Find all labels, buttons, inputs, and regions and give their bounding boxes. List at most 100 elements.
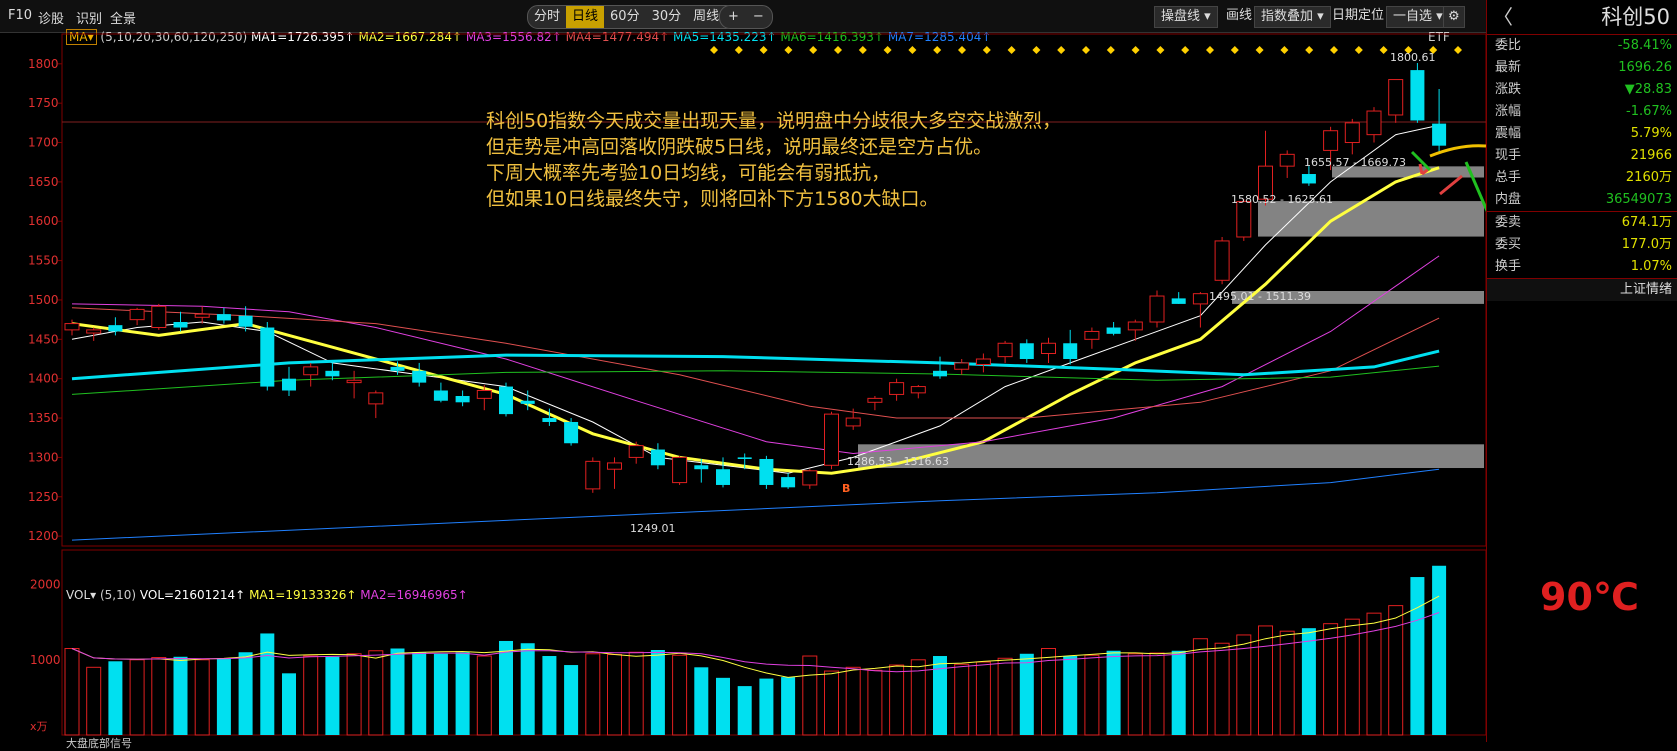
volume-bar-up: [997, 657, 1013, 736]
quote-label: 委卖: [1495, 215, 1522, 230]
candle-up: [824, 413, 839, 466]
tab-daily[interactable]: 日线: [566, 6, 605, 28]
volume-bar-down: [1106, 650, 1121, 735]
price-tick-label: 1300: [28, 450, 59, 464]
panorama-button[interactable]: 全景: [110, 8, 136, 27]
signal-diamond-icon: [1131, 46, 1140, 54]
settings-icon[interactable]: ⚙: [1443, 6, 1465, 28]
signal-diamond-icon: [958, 46, 966, 54]
candle-down: [716, 469, 730, 485]
volume-bar-down: [716, 677, 730, 735]
quote-value: 21966: [1630, 148, 1672, 163]
candle-down: [1063, 343, 1078, 360]
volume-bar-up: [845, 666, 861, 736]
volume-bar-down: [1063, 656, 1078, 735]
candle-down: [1171, 298, 1186, 304]
volume-bar-up: [476, 655, 492, 736]
volume-bar-up: [889, 664, 905, 736]
candle-down: [759, 458, 774, 485]
signal-diamond-icon: [1330, 46, 1338, 54]
candle-up: [1127, 321, 1143, 331]
gap-label-3: 1495.01 - 1511.39: [1209, 290, 1311, 303]
volume-bar-up: [1323, 623, 1339, 736]
market-sentiment-link[interactable]: 上证情绪: [1487, 278, 1677, 301]
quote-rows: 委比 -58.41% 最新 1696.26 涨跌 ▼28.83 涨幅 -1.67% 震幅 5.79…: [1487, 35, 1677, 278]
signal-diamond-icon: [1305, 46, 1314, 54]
quote-value: 36549073: [1605, 192, 1672, 207]
zoom-in-button[interactable]: +: [720, 6, 747, 28]
signal-diamond-icon: [809, 46, 818, 54]
tab-60min[interactable]: 60分: [604, 6, 646, 28]
candle-up: [1366, 110, 1382, 136]
volume-bar-up: [1149, 652, 1165, 736]
identify-button[interactable]: 识别: [76, 8, 102, 27]
volume-bar-down: [694, 667, 709, 735]
candle-up: [1344, 122, 1360, 144]
quote-value: 5.79%: [1630, 126, 1672, 141]
annotation-line: 但走势是冲高回落收阴跌破5日线，说明最终还是空方占优。: [486, 136, 993, 158]
signal-diamond-icon: [1230, 46, 1239, 54]
gap-label-1: 1655.57 - 1669.73: [1304, 156, 1406, 169]
watchlist-dropdown[interactable]: 一自选 ▾: [1386, 6, 1450, 28]
diagnose-button[interactable]: 诊股: [38, 8, 64, 27]
candle-down: [108, 325, 123, 332]
quote-label: 现手: [1495, 148, 1522, 163]
quote-value: -58.41%: [1617, 38, 1672, 53]
volume-bar-up: [129, 659, 145, 736]
tab-intraday[interactable]: 分时: [528, 6, 566, 28]
candle-up: [845, 417, 861, 427]
vol-toggle[interactable]: VOL▾: [66, 588, 96, 602]
volume-bar-up: [368, 650, 384, 736]
candle-up: [889, 382, 905, 395]
volume-bar-up: [1279, 630, 1295, 736]
candle-down: [390, 366, 405, 371]
volume-bar-up: [1344, 618, 1360, 736]
candle-up: [585, 460, 601, 490]
price-tick-label: 1500: [28, 293, 59, 307]
volume-bar-down: [173, 656, 188, 735]
quote-label: 涨幅: [1495, 104, 1522, 119]
signal-diamond-icon: [883, 46, 892, 54]
quote-panel: 〈 科创50 委比 -58.41% 最新 1696.26 涨跌 ▼28.83 涨幅 -1.67…: [1486, 0, 1677, 742]
tab-30min[interactable]: 30分: [646, 6, 688, 28]
candle-down: [238, 315, 253, 327]
candle-up: [194, 313, 210, 318]
volume-bar-up: [802, 655, 818, 736]
quote-row: 委卖 674.1万: [1487, 211, 1677, 234]
signal-diamond-icon: [1181, 46, 1190, 54]
quote-value: 674.1万: [1621, 215, 1672, 230]
bottom-signal-tab[interactable]: 大盘底部信号: [66, 735, 132, 751]
operation-line-dropdown[interactable]: 操盘线 ▾: [1154, 6, 1218, 28]
candle-up: [867, 397, 883, 403]
candle-up: [1084, 330, 1100, 340]
candle-up: [346, 379, 362, 384]
volume-bar-down: [1301, 628, 1316, 735]
volume-bar-up: [954, 663, 970, 736]
candle-down: [216, 314, 231, 321]
index-overlay-dropdown[interactable]: 指数叠加 ▾: [1254, 6, 1331, 28]
volume-bar-down: [1432, 565, 1447, 735]
back-icon[interactable]: 〈: [1493, 0, 1513, 34]
draw-line-button[interactable]: 画线: [1220, 6, 1258, 26]
volume-bar-down: [759, 678, 774, 735]
vol-params: (5,10): [99, 588, 137, 602]
f10-button[interactable]: F10: [8, 8, 32, 23]
date-locate-button[interactable]: 日期定位: [1326, 6, 1390, 26]
volume-bar-down: [499, 640, 513, 735]
volume-bar-up: [1258, 625, 1273, 736]
candle-down: [1432, 123, 1447, 146]
signal-diamond-icon: [1379, 46, 1388, 54]
zoom-out-button[interactable]: −: [747, 6, 770, 28]
quote-label: 总手: [1495, 170, 1522, 185]
quote-label: 委买: [1495, 237, 1522, 252]
price-tick-label: 1600: [28, 214, 59, 228]
quote-value: 177.0万: [1621, 237, 1672, 252]
quote-row: 现手 21966: [1487, 145, 1677, 167]
annotation-line: 下周大概率先考验10日均线，可能会有弱抵抗，: [486, 162, 891, 184]
volume-bar-up: [672, 654, 688, 736]
volume-bar-up: [1127, 653, 1143, 736]
quote-value: ▼28.83: [1624, 82, 1672, 97]
candle-down: [173, 322, 188, 328]
candle-down: [1301, 174, 1316, 184]
quote-row: 内盘 36549073: [1487, 189, 1677, 211]
